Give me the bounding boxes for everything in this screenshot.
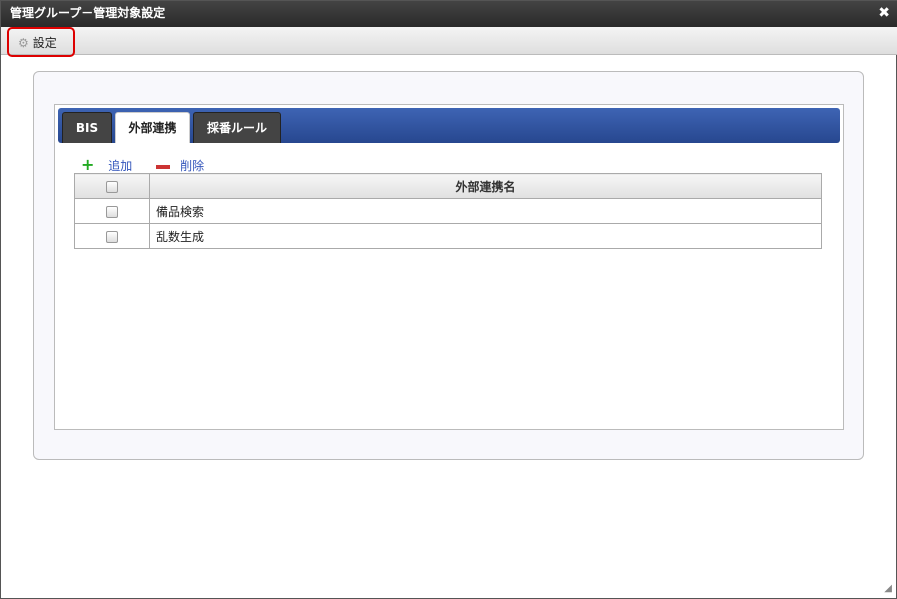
tab-panel: BIS 外部連携 採番ルール + 追加 削除 外部連携名 備品検索 乱数生成 — [54, 104, 844, 430]
table-row[interactable]: 乱数生成 — [74, 223, 822, 249]
window-titlebar: 管理グループ－管理対象設定 ✖ — [1, 1, 897, 27]
add-button[interactable]: + 追加 — [81, 155, 142, 174]
minus-icon — [156, 164, 171, 169]
add-label: 追加 — [108, 159, 133, 173]
content-panel: BIS 外部連携 採番ルール + 追加 削除 外部連携名 備品検索 乱数生成 — [33, 71, 864, 460]
delete-button[interactable]: 削除 — [156, 159, 214, 173]
plus-icon: + — [81, 155, 95, 174]
settings-button[interactable]: ⚙ 設定 — [7, 27, 75, 57]
tab-external-link[interactable]: 外部連携 — [115, 112, 190, 143]
toolbar: ⚙ 設定 — [1, 27, 897, 57]
settings-label: 設定 — [32, 36, 57, 50]
row-checkbox[interactable] — [106, 205, 118, 218]
tab-bis[interactable]: BIS — [62, 112, 112, 143]
tab-numbering-rule[interactable]: 採番ルール — [193, 112, 281, 143]
column-header-name: 外部連携名 — [149, 173, 822, 199]
table-header: 外部連携名 — [74, 173, 822, 199]
gear-icon: ⚙ — [18, 36, 29, 50]
delete-label: 削除 — [180, 159, 205, 173]
resize-grip-icon[interactable]: ◢ — [884, 583, 892, 594]
select-all-checkbox[interactable] — [106, 180, 118, 193]
external-link-table: 外部連携名 備品検索 乱数生成 — [74, 173, 822, 249]
row-checkbox[interactable] — [106, 230, 118, 243]
row-name: 乱数生成 — [149, 223, 822, 249]
row-name: 備品検索 — [149, 198, 822, 224]
tab-bar: BIS 外部連携 採番ルール — [58, 108, 840, 143]
close-icon[interactable]: ✖ — [878, 1, 890, 25]
window-title: 管理グループ－管理対象設定 — [10, 6, 166, 20]
action-bar: + 追加 削除 — [81, 155, 224, 174]
table-row[interactable]: 備品検索 — [74, 198, 822, 224]
